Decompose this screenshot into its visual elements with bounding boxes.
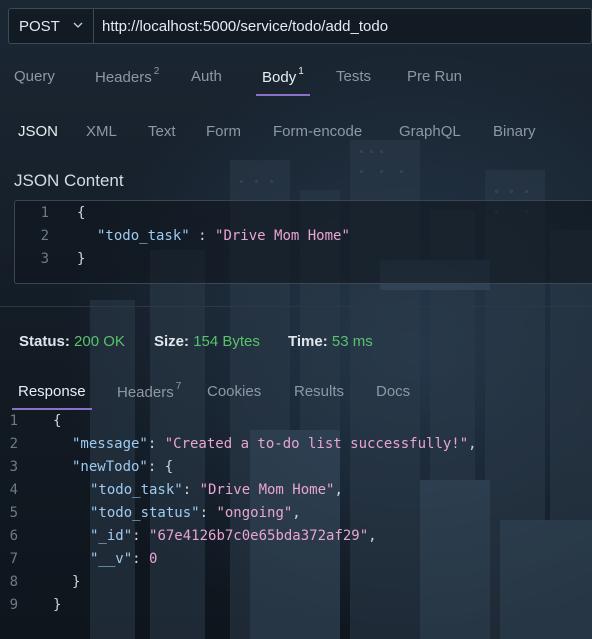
line-number: 7: [9, 551, 18, 567]
json-key: "todo_task": [97, 228, 190, 244]
code-line: }: [53, 597, 62, 613]
json-separator: :: [132, 551, 150, 567]
tab-badge: 2: [153, 66, 160, 77]
line-number: 9: [9, 597, 18, 613]
code-line: {: [77, 205, 86, 221]
code-line: "todo_task" : "Drive Mom Home": [97, 228, 350, 244]
divider: [0, 306, 592, 307]
tab-response[interactable]: Response: [12, 383, 92, 410]
json-separator: :: [182, 482, 200, 498]
tab-auth[interactable]: Auth: [191, 68, 222, 85]
json-punct: ,: [368, 528, 377, 544]
status-label: Status:: [19, 333, 70, 350]
tab-label: Body: [262, 69, 297, 86]
json-punct: ,: [334, 482, 343, 498]
tab-label: Results: [294, 383, 345, 400]
code-line: }: [77, 251, 86, 267]
code-line: "__v": 0: [90, 551, 157, 567]
line-number: 8: [9, 574, 18, 590]
body-type-text[interactable]: Text: [148, 123, 176, 140]
tab-label: Tests: [336, 68, 372, 85]
tab-tests[interactable]: Tests: [336, 68, 371, 85]
tab-label: Headers: [95, 69, 152, 86]
json-key: "todo_status": [90, 505, 200, 521]
code-line: "newTodo": {: [72, 459, 173, 475]
code-line: "todo_status": "ongoing",: [90, 505, 301, 521]
json-punct: ,: [468, 436, 477, 452]
tab-headers[interactable]: Headers 2: [95, 66, 160, 86]
tab-badge: 7: [175, 381, 182, 392]
json-key: "__v": [90, 551, 133, 567]
url-input[interactable]: http://localhost:5000/service/todo/add_t…: [94, 8, 592, 44]
json-separator: :: [147, 459, 165, 475]
tab-badge: 1: [298, 66, 304, 77]
code-line: "message": "Created a to-do list success…: [72, 436, 477, 452]
size-value: 154 Bytes: [193, 333, 260, 350]
json-separator: :: [199, 505, 217, 521]
json-separator: :: [189, 228, 216, 244]
code-line: "_id": "67e4126b7c0e65bda372af29",: [90, 528, 377, 544]
tab-label: Response: [18, 383, 86, 400]
json-string: "Drive Mom Home": [215, 228, 350, 244]
url-text: http://localhost:5000/service/todo/add_t…: [102, 17, 389, 35]
tab-label: Auth: [191, 68, 222, 85]
size-label: Size:: [154, 333, 190, 350]
json-string: "ongoing": [216, 505, 293, 521]
tab-label: Cookies: [207, 383, 262, 400]
request-url-bar: POST http://localhost:5000/service/todo/…: [8, 8, 592, 46]
line-number: 6: [9, 528, 18, 544]
json-key: "message": [72, 436, 148, 452]
tab-cookies[interactable]: Cookies: [207, 383, 261, 400]
line-number: 2: [9, 436, 18, 452]
json-string: "Drive Mom Home": [199, 482, 335, 498]
tab-response-headers[interactable]: Headers 7: [117, 381, 182, 401]
body-type-json[interactable]: JSON: [18, 123, 58, 140]
body-type-form[interactable]: Form: [206, 123, 241, 140]
json-string: "Created a to-do list successfully!": [164, 436, 469, 452]
json-content-title: JSON Content: [14, 171, 124, 190]
method-select[interactable]: POST: [8, 8, 94, 44]
line-number: 1: [9, 413, 18, 429]
chevron-down-icon: [73, 22, 83, 28]
size-info: Size: 154 Bytes: [154, 333, 260, 350]
tab-docs[interactable]: Docs: [376, 383, 410, 400]
json-separator: :: [132, 528, 150, 544]
line-number: 5: [9, 505, 18, 521]
body-type-graphql[interactable]: GraphQL: [399, 123, 461, 140]
json-number: 0: [149, 551, 158, 567]
line-number: 3: [9, 459, 18, 475]
tab-body[interactable]: Body 1: [256, 66, 310, 96]
json-punct: {: [164, 459, 174, 475]
json-separator: :: [147, 436, 165, 452]
json-key: "todo_task": [90, 482, 183, 498]
time-info: Time: 53 ms: [288, 333, 373, 350]
line-number: 1: [40, 205, 49, 221]
line-number: 2: [40, 228, 49, 244]
body-type-xml[interactable]: XML: [86, 123, 117, 140]
line-number: 3: [40, 251, 49, 267]
time-label: Time:: [288, 333, 328, 350]
tab-label: Query: [14, 68, 55, 85]
status-value: 200 OK: [74, 333, 125, 350]
method-label: POST: [19, 17, 60, 35]
body-type-form-encode[interactable]: Form-encode: [273, 123, 362, 140]
tab-results[interactable]: Results: [294, 383, 344, 400]
tab-query[interactable]: Query: [14, 68, 55, 85]
tab-label: Headers: [117, 384, 174, 401]
json-string: "67e4126b7c0e65bda372af29": [149, 528, 369, 544]
tab-label: Docs: [376, 383, 411, 400]
code-line: "todo_task": "Drive Mom Home",: [90, 482, 343, 498]
json-key: "_id": [90, 528, 133, 544]
time-value: 53 ms: [331, 333, 373, 350]
json-key: "newTodo": [72, 459, 148, 475]
tab-label: Pre Run: [407, 68, 463, 85]
body-type-binary[interactable]: Binary: [493, 123, 536, 140]
code-line: }: [72, 574, 81, 590]
status-info: Status: 200 OK: [19, 333, 125, 350]
json-editor[interactable]: 1 { 2 "todo_task" : "Drive Mom Home" 3 }: [14, 200, 592, 284]
code-line: {: [53, 413, 62, 429]
tab-pre-run[interactable]: Pre Run: [407, 68, 462, 85]
json-punct: ,: [292, 505, 301, 521]
line-number: 4: [9, 482, 18, 498]
